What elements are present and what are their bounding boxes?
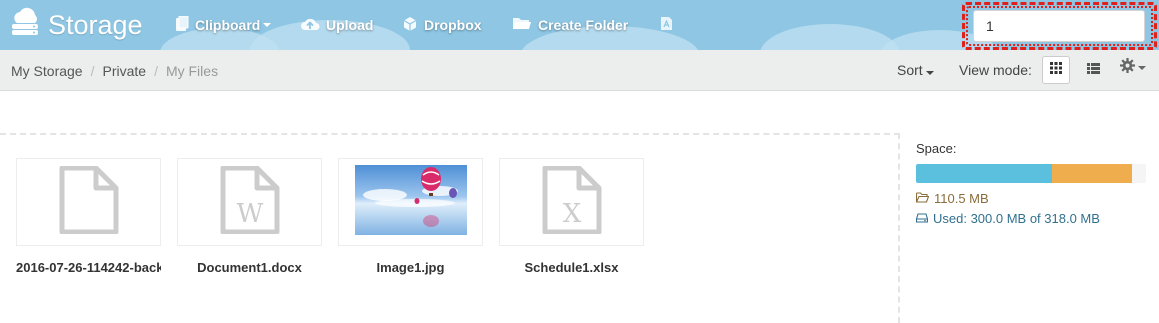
dropbox-icon: [402, 16, 424, 35]
file-item[interactable]: 2016-07-26-114242-back: [16, 158, 161, 275]
app-brand[interactable]: Storage: [10, 5, 143, 45]
storage-usage-bar: [916, 164, 1146, 183]
sort-label: Sort: [897, 62, 923, 78]
breadcrumb-separator: /: [154, 62, 158, 79]
hard-drive-icon: [915, 211, 933, 226]
file-thumbnail: [338, 158, 483, 246]
used-space-info: Used: 300.0 MB of 318.0 MB: [915, 211, 1100, 226]
highlighted-search-box: [962, 2, 1157, 50]
clipboard-label: Clipboard: [195, 17, 261, 33]
view-mode-label: View mode:: [959, 62, 1032, 78]
create-folder-button[interactable]: Create Folder: [512, 13, 628, 37]
create-folder-label: Create Folder: [538, 17, 629, 33]
file-icon: [58, 165, 120, 239]
app-title: Storage: [48, 9, 143, 40]
used-space-text: Used: 300.0 MB of 318.0 MB: [933, 211, 1100, 226]
folder-open-icon: [512, 16, 538, 34]
list-icon: [1086, 61, 1100, 79]
breadcrumb-my-storage[interactable]: My Storage: [11, 63, 83, 79]
chevron-down-icon: [925, 71, 934, 75]
breadcrumb-private[interactable]: Private: [102, 63, 146, 79]
excel-file-icon: X: [541, 165, 603, 239]
breadcrumb: My Storage / Private / My Files: [11, 50, 218, 91]
breadcrumb-separator: /: [90, 62, 95, 79]
upload-label: Upload: [326, 17, 374, 33]
breadcrumb-my-files: My Files: [165, 62, 219, 79]
search-input[interactable]: [973, 10, 1145, 42]
chevron-down-icon: [263, 23, 272, 27]
keyboard-shortcut-button[interactable]: [658, 13, 680, 37]
background-cloud: [760, 24, 900, 50]
gear-icon: [1120, 58, 1135, 78]
file-name: Image1.jpg: [376, 260, 445, 275]
dropbox-label: Dropbox: [424, 17, 482, 33]
folder-size-info: 110.5 MB: [915, 191, 989, 206]
upload-cloud-icon: [300, 16, 326, 35]
chevron-down-icon: [1138, 66, 1146, 70]
clipboard-icon: [175, 15, 195, 35]
svg-text:X: X: [562, 199, 581, 229]
word-file-icon: W: [219, 165, 281, 239]
file-item[interactable]: W Document1.docx: [177, 158, 322, 275]
grid-icon: [1050, 61, 1062, 79]
clipboard-button[interactable]: Clipboard: [175, 13, 272, 37]
folder-size-text: 110.5 MB: [934, 191, 989, 206]
grid-view-button[interactable]: [1042, 56, 1070, 84]
file-thumbnail: W: [177, 158, 322, 246]
folder-open-icon: [915, 191, 934, 206]
sort-dropdown[interactable]: Sort: [897, 62, 934, 78]
usage-segment-other: [1051, 164, 1133, 183]
file-thumbnail: X: [499, 158, 644, 246]
upload-button[interactable]: Upload: [300, 13, 373, 37]
svg-text:W: W: [236, 199, 263, 229]
file-grid: 2016-07-26-114242-back W Document1.docx: [0, 133, 900, 323]
file-thumbnail: [16, 158, 161, 246]
file-item[interactable]: X Schedule1.xlsx: [499, 158, 644, 275]
top-navbar: Storage Clipboard Upload Dropbox Create …: [0, 0, 1159, 50]
file-name: Document1.docx: [197, 260, 302, 275]
settings-dropdown[interactable]: [1120, 58, 1146, 78]
file-item[interactable]: Image1.jpg: [338, 158, 483, 275]
keyboard-icon: [658, 16, 680, 34]
file-name: 2016-07-26-114242-back: [16, 260, 161, 275]
breadcrumb-bar: My Storage / Private / My Files Sort Vie…: [0, 50, 1159, 91]
file-name: Schedule1.xlsx: [524, 260, 619, 275]
image-thumbnail: [354, 164, 467, 240]
cloud-server-icon: [10, 7, 48, 44]
usage-segment-used: [916, 164, 1052, 183]
space-label: Space:: [916, 141, 957, 156]
dropbox-button[interactable]: Dropbox: [402, 13, 482, 37]
list-view-button[interactable]: [1079, 56, 1107, 84]
